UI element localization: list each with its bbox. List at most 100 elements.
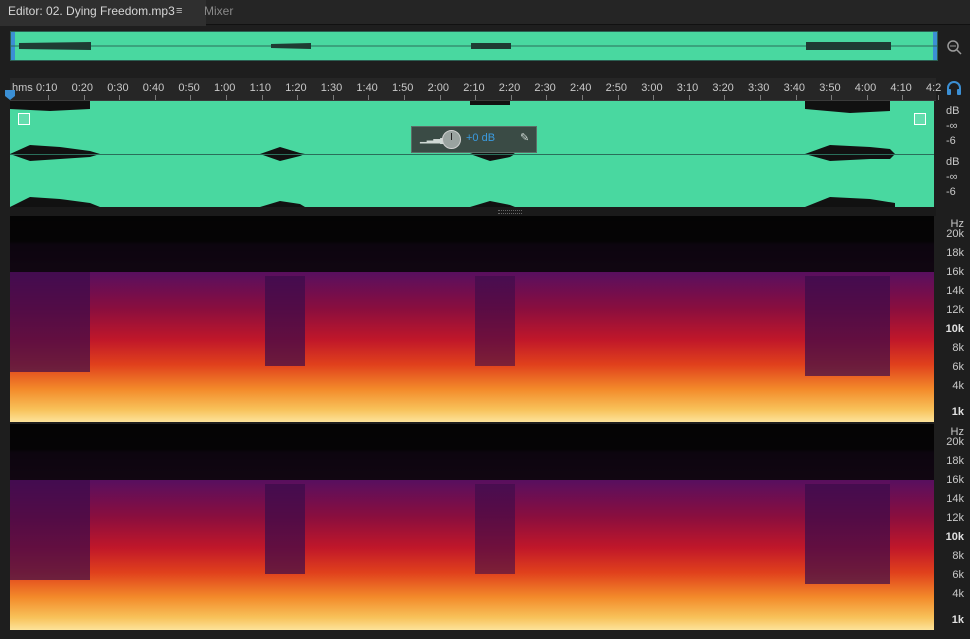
ruler-tick-mark <box>404 95 405 100</box>
ruler-tick-label: 2:30 <box>534 82 556 94</box>
ruler-tick-label: 0:40 <box>142 82 165 94</box>
ruler-tick-mark <box>226 95 227 100</box>
ruler-tick-mark <box>154 95 156 100</box>
spectral-display-left[interactable] <box>10 216 934 422</box>
time-ruler[interactable]: hms 0:10 0:20 0:30 0:40 0:50 1:00 1:10 1:20 1:30… <box>10 78 941 101</box>
ruler-tick-label: 2:00 <box>427 82 450 94</box>
db-unit-label: dB <box>946 156 960 168</box>
ruler-tick-label: 1:50 <box>392 82 414 94</box>
db-six-label: -6 <box>946 186 956 198</box>
hz-tick-label: 1k <box>951 614 964 626</box>
ruler-tick-mark <box>439 95 441 100</box>
headphone-icon[interactable] <box>946 80 962 96</box>
db-unit-label: dB <box>946 105 960 117</box>
ruler-tick-mark <box>582 95 583 100</box>
ruler-tick-label: 4:10 <box>890 82 912 94</box>
zoom-icon[interactable] <box>945 38 963 56</box>
fade-out-handle[interactable] <box>914 113 926 125</box>
hz-tick-label: 12k <box>946 512 964 524</box>
ruler-tick-label: 1:00 <box>214 82 236 94</box>
ruler-tick-mark <box>902 95 904 100</box>
ruler-tick-label: 4:2 <box>926 82 942 94</box>
hz-tick-label: 14k <box>946 493 964 505</box>
ruler-tick-label: 1:30 <box>320 82 343 94</box>
hz-tick-label: 6k <box>952 569 964 581</box>
ruler-tick-label: 1:20 <box>285 82 307 94</box>
hz-tick-label: 6k <box>952 361 964 373</box>
volume-hud[interactable]: ▁▂▃▄▅ +0 dB ✎ <box>411 126 537 153</box>
ruler-tick-mark <box>866 95 868 100</box>
ruler-tick-label: 1:40 <box>356 82 378 94</box>
hz-tick-label: 14k <box>946 285 964 297</box>
tab-bar: Editor: 02. Dying Freedom.mp3 ≡ Mixer <box>0 0 970 26</box>
hz-tick-label: 20k <box>946 228 964 240</box>
db-inf-label: -∞ <box>946 171 958 183</box>
hz-scale-top: Hz 20k 18k 16k 14k 12k 10k 8k 6k 4k 1k <box>936 216 970 422</box>
spectral-right-overlay <box>10 424 934 584</box>
hz-tick-label: 16k <box>946 266 964 278</box>
overview-waveform[interactable] <box>10 31 938 61</box>
db-six-label: -6 <box>946 135 956 147</box>
ruler-tick-label: 3:10 <box>676 82 699 94</box>
hz-tick-label: 18k <box>946 247 964 259</box>
hz-tick-label: 10k <box>945 323 964 335</box>
ruler-tick-label: 2:40 <box>570 82 592 94</box>
ruler-tick-mark <box>119 95 121 100</box>
ruler-tick-label: 4:00 <box>854 82 877 94</box>
ruler-tick-label: 3:50 <box>819 82 841 94</box>
ruler-tick-mark <box>831 95 833 100</box>
hz-tick-label: 20k <box>946 436 964 448</box>
ruler-tick-label: 0:20 <box>71 82 94 94</box>
volume-value[interactable]: +0 dB <box>466 132 495 144</box>
ruler-tick-label: 3:40 <box>783 82 806 94</box>
ruler-tick-mark <box>510 95 512 100</box>
ruler-tick-mark <box>261 95 263 100</box>
ruler-tick-label: 3:30 <box>748 82 770 94</box>
hz-tick-label: 16k <box>946 474 964 486</box>
db-inf-label: -∞ <box>946 120 958 132</box>
spectral-display-right[interactable] <box>10 424 934 630</box>
panel-divider[interactable] <box>10 207 936 216</box>
fade-in-handle[interactable] <box>18 113 30 125</box>
ruler-tick-mark <box>724 95 726 100</box>
db-scale-top: dB -∞ -6 <box>940 101 970 154</box>
ruler-tick-mark <box>653 95 655 100</box>
ruler-tick-mark <box>332 95 334 100</box>
volume-knob[interactable] <box>442 130 461 149</box>
hz-scale-bottom: Hz 20k 18k 16k 14k 12k 10k 8k 6k 4k 1k <box>936 424 970 630</box>
ruler-tick-label: 0:50 <box>178 82 200 94</box>
ruler-tick-label: 2:50 <box>605 82 628 94</box>
ruler-tick-mark <box>368 95 370 100</box>
hz-tick-label: 18k <box>946 455 964 467</box>
divider-grip[interactable] <box>498 210 522 214</box>
hz-tick-label: 8k <box>952 342 964 354</box>
tab-editor-label: Editor: 02. Dying Freedom.mp3 <box>8 4 175 18</box>
hz-tick-label: 4k <box>952 380 964 392</box>
ruler-tick-mark <box>688 95 690 100</box>
ruler-tick-label: 3:20 <box>712 82 734 94</box>
ruler-tick-mark <box>297 95 299 100</box>
ruler-tick-label: 1:10 <box>249 82 272 94</box>
ruler-tick-mark <box>938 95 939 100</box>
hz-tick-label: 8k <box>952 550 964 562</box>
ruler-tick-label: 0:30 <box>107 82 129 94</box>
pin-icon[interactable]: ✎ <box>520 131 529 144</box>
ruler-tick-label: 2:10 <box>463 82 485 94</box>
ruler-tick-mark <box>475 95 477 100</box>
tab-mixer-label: Mixer <box>204 4 234 18</box>
menu-icon[interactable]: ≡ <box>176 5 182 17</box>
overview-waveform-shape <box>11 42 937 50</box>
waveform-divider <box>10 154 934 155</box>
ruler-unit: hms <box>12 82 33 94</box>
spectral-left-overlay <box>10 216 934 376</box>
ruler-tick-mark <box>760 95 761 100</box>
ruler-tick-mark <box>83 95 85 100</box>
ruler-tick-mark <box>617 95 619 100</box>
db-scale-bottom: dB -∞ -6 <box>940 154 970 207</box>
waveform-display[interactable] <box>10 101 934 207</box>
ruler-tick-mark <box>795 95 797 100</box>
ruler-tick-label: 0:10 <box>36 82 58 94</box>
hz-tick-label: 4k <box>952 588 964 600</box>
hz-tick-label: 10k <box>945 531 964 543</box>
tab-mixer[interactable]: Mixer <box>196 0 241 24</box>
